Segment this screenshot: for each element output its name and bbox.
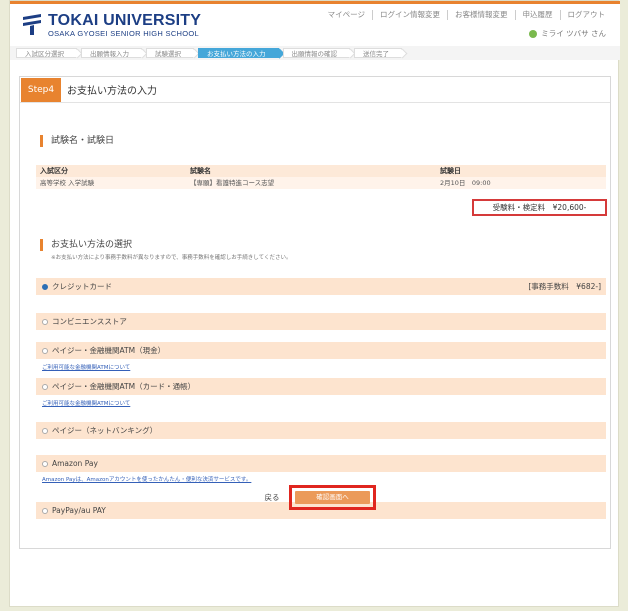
progress-steps: 入試区分選択 出願情報入力 試験選択 お支払い方法の入力 出願情報の確認 送信完… (10, 46, 620, 60)
step-4-current: お支払い方法の入力 (198, 48, 279, 58)
step-6: 送信完了 (354, 48, 402, 58)
user-name: ミライ ツバサ さん (541, 29, 606, 38)
payment-note: ※お支払い方法により事務手数料が異なりますので、事務手数料を確認しお手続きしてく… (51, 255, 292, 261)
option-label: ペイジー・金融機関ATM（現金） (52, 346, 166, 355)
payment-option-credit-card[interactable]: クレジットカード [事務手数料 ¥682-] (36, 278, 606, 295)
table-row: 高等学校 入学試験 【専願】看護特進コース志望 2月10日 09:00 (36, 177, 606, 189)
back-button[interactable]: 戻る (262, 493, 282, 503)
handling-fee: [事務手数料 ¥682-] (528, 282, 601, 291)
option-label: Amazon Pay (52, 459, 98, 468)
amazon-pay-info-link[interactable]: Amazon Payは、Amazonアカウントを使ったかんたん・便利な決済サービ… (42, 475, 251, 483)
nav-logout[interactable]: ログアウト (559, 10, 613, 20)
nav-mypage[interactable]: マイページ (321, 10, 372, 20)
radio-selected-icon[interactable] (42, 283, 48, 290)
site-header: TOKAI UNIVERSITY OSAKA GYOSEI SENIOR HIG… (10, 4, 620, 46)
exam-table: 入試区分 試験名 試験日 高等学校 入学試験 【専願】看護特進コース志望 2月1… (36, 165, 606, 189)
step-2: 出願情報入力 (81, 48, 142, 58)
atm-info-link[interactable]: ご利用可能な金融機関ATMについて (42, 399, 130, 407)
option-label: PayPay/au PAY (52, 506, 106, 515)
confirm-button-highlight: 確認画面へ (289, 485, 376, 510)
cell-category: 高等学校 入学試験 (40, 179, 95, 187)
nav-login-info[interactable]: ログイン情報変更 (372, 10, 447, 20)
exam-section-title: 試験名・試験日 (40, 135, 114, 147)
option-label: クレジットカード (52, 282, 112, 291)
radio-icon[interactable] (42, 427, 48, 434)
col-header-exam-name: 試験名 (190, 167, 211, 175)
payment-section-title: お支払い方法の選択 (40, 239, 132, 251)
atm-info-link[interactable]: ご利用可能な金融機関ATMについて (42, 363, 130, 371)
payment-option-payeasy-atm-card[interactable]: ペイジー・金融機関ATM（カード・通帳） (36, 378, 606, 395)
radio-icon[interactable] (42, 347, 48, 354)
user-icon (529, 29, 538, 38)
logo-subtitle: OSAKA GYOSEI SENIOR HIGH SCHOOL (48, 29, 200, 38)
user-info: ミライ ツバサ さん (529, 28, 606, 39)
step-1: 入試区分選択 (16, 48, 77, 58)
exam-table-header: 入試区分 試験名 試験日 (36, 165, 606, 177)
confirm-button[interactable]: 確認画面へ (295, 491, 370, 504)
step-5: 出願情報の確認 (282, 48, 350, 58)
option-label: コンビニエンスストア (52, 317, 127, 326)
tokai-logo-icon (23, 14, 41, 35)
logo-title: TOKAI UNIVERSITY (48, 12, 202, 29)
step-header: Step4 お支払い方法の入力 (20, 77, 610, 103)
radio-icon[interactable] (42, 507, 48, 514)
payment-option-payeasy-atm-cash[interactable]: ペイジー・金融機関ATM（現金） (36, 342, 606, 359)
nav-customer-info[interactable]: お客様情報変更 (447, 10, 515, 20)
col-header-date: 試験日 (440, 167, 461, 175)
header-nav: マイページ ログイン情報変更 お客様情報変更 申込履歴 ログアウト (321, 10, 612, 20)
payment-option-amazon-pay[interactable]: Amazon Pay (36, 455, 606, 472)
main-panel: Step4 お支払い方法の入力 試験名・試験日 入試区分 試験名 試験日 高等学… (19, 76, 611, 549)
page-title: お支払い方法の入力 (67, 86, 157, 97)
cell-exam-name: 【専願】看護特進コース志望 (190, 179, 275, 187)
option-label: ペイジー・金融機関ATM（カード・通帳） (52, 382, 196, 391)
radio-icon[interactable] (42, 318, 48, 325)
nav-history[interactable]: 申込履歴 (514, 10, 560, 20)
university-logo[interactable]: TOKAI UNIVERSITY OSAKA GYOSEI SENIOR HIG… (21, 12, 201, 38)
radio-icon[interactable] (42, 383, 48, 390)
payment-option-payeasy-netbanking[interactable]: ペイジー（ネットバンキング） (36, 422, 606, 439)
radio-icon[interactable] (42, 460, 48, 467)
step-badge: Step4 (21, 77, 61, 102)
col-header-category: 入試区分 (40, 167, 68, 175)
exam-fee-total: 受験料・検定料 ¥20,600- (472, 199, 607, 216)
option-label: ペイジー（ネットバンキング） (52, 426, 158, 435)
step-3: 試験選択 (146, 48, 194, 58)
cell-date: 2月10日 09:00 (440, 179, 491, 187)
payment-option-convenience-store[interactable]: コンビニエンスストア (36, 313, 606, 330)
